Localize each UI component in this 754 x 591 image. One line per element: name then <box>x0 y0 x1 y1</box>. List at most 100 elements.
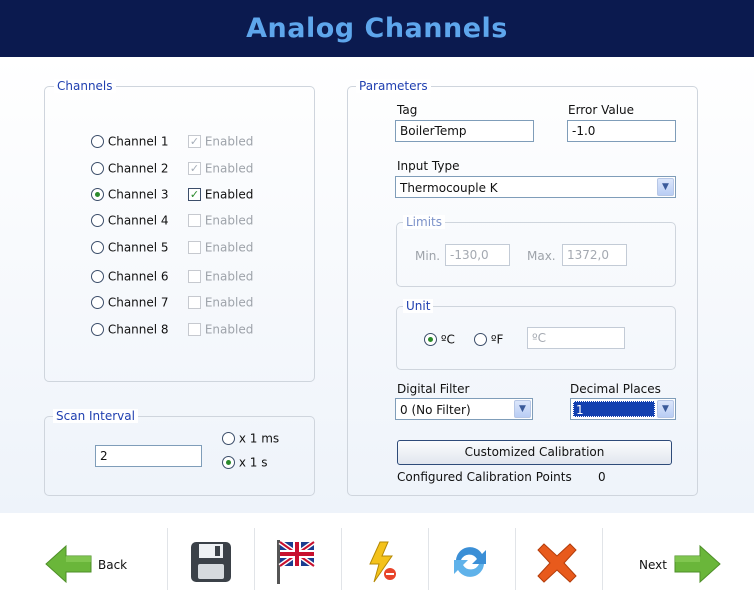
lightning-button[interactable] <box>364 538 404 588</box>
customized-calibration-button[interactable]: Customized Calibration <box>397 440 672 465</box>
error-value-input[interactable]: -1.0 <box>567 120 676 142</box>
toolbar-separator <box>602 528 603 590</box>
scan-s-option: x 1 s <box>222 455 267 470</box>
channel-3-label: Channel 3 <box>107 187 169 202</box>
delete-icon <box>537 543 577 583</box>
chevron-down-icon[interactable]: ▼ <box>514 400 531 418</box>
refresh-button[interactable] <box>448 538 494 588</box>
toolbar-separator <box>428 528 429 590</box>
decimal-places-select[interactable]: 1 ▼ <box>570 398 676 420</box>
input-type-select[interactable]: Thermocouple K ▼ <box>395 176 676 198</box>
channel-3-enabled-label: Enabled <box>204 187 254 202</box>
digital-filter-select[interactable]: 0 (No Filter) ▼ <box>395 398 533 420</box>
tag-label: Tag <box>397 103 418 117</box>
channel-4-label: Channel 4 <box>107 213 169 228</box>
channel-7-enabled-row: Enabled <box>188 295 253 310</box>
channel-6-label: Channel 6 <box>107 269 169 284</box>
toolbar-separator <box>341 528 342 590</box>
decimal-places-value: 1 <box>573 401 655 417</box>
channel-5-enabled-label: Enabled <box>204 240 254 255</box>
unit-celsius-option: ºC <box>424 332 455 347</box>
scan-ms-radio[interactable] <box>222 432 235 445</box>
limits-min-label: Min. <box>415 249 441 263</box>
calibration-points-label: Configured Calibration Points <box>397 470 572 484</box>
back-arrow-icon <box>45 544 92 584</box>
channel-2-enabled-row: ✓ Enabled <box>188 161 253 176</box>
refresh-icon <box>454 547 486 577</box>
channel-3-radio[interactable] <box>91 188 104 201</box>
channel-1-label: Channel 1 <box>107 134 169 149</box>
channel-1-enabled-label: Enabled <box>204 134 254 149</box>
limits-legend: Limits <box>403 215 445 229</box>
save-icon <box>191 542 231 582</box>
channel-1-enabled-checkbox[interactable]: ✓ <box>188 135 201 148</box>
channel-1-enabled-row: ✓ Enabled <box>188 134 253 149</box>
unit-celsius-radio[interactable] <box>424 333 437 346</box>
next-label: Next <box>639 558 667 572</box>
channel-row-4: Channel 4 <box>91 213 169 228</box>
channel-row-8: Channel 8 <box>91 322 169 337</box>
back-button[interactable]: Back <box>44 538 154 588</box>
channel-row-6: Channel 6 <box>91 269 169 284</box>
unit-fahrenheit-label: ºF <box>490 332 504 347</box>
tag-input[interactable]: BoilerTemp <box>395 120 534 142</box>
language-flag-icon <box>277 539 316 584</box>
channel-2-radio[interactable] <box>91 162 104 175</box>
channel-4-enabled-checkbox[interactable] <box>188 214 201 227</box>
channel-2-enabled-checkbox[interactable]: ✓ <box>188 162 201 175</box>
input-type-value: Thermocouple K <box>400 181 498 195</box>
limits-max-input[interactable]: 1372,0 <box>562 244 627 266</box>
save-button[interactable] <box>189 538 235 588</box>
unit-legend: Unit <box>403 299 434 313</box>
unit-fahrenheit-radio[interactable] <box>474 333 487 346</box>
header-bar: Analog Channels <box>0 0 754 57</box>
language-button[interactable] <box>274 538 320 588</box>
channel-3-enabled-checkbox[interactable]: ✓ <box>188 188 201 201</box>
decimal-places-label: Decimal Places <box>570 382 661 396</box>
scan-s-label: x 1 s <box>238 455 268 470</box>
delete-button[interactable] <box>536 538 582 588</box>
channel-2-enabled-label: Enabled <box>204 161 254 176</box>
channel-8-enabled-label: Enabled <box>204 322 254 337</box>
channels-legend: Channels <box>54 79 116 93</box>
limits-min-input[interactable]: -130,0 <box>445 244 510 266</box>
channel-7-enabled-checkbox[interactable] <box>188 296 201 309</box>
parameters-legend: Parameters <box>356 79 431 93</box>
channel-row-1: Channel 1 <box>91 134 169 149</box>
channel-4-enabled-label: Enabled <box>204 213 254 228</box>
scan-s-radio[interactable] <box>222 456 235 469</box>
parameters-group: Parameters <box>347 79 698 496</box>
page-title: Analog Channels <box>246 13 508 44</box>
channel-5-enabled-row: Enabled <box>188 240 253 255</box>
channel-6-radio[interactable] <box>91 270 104 283</box>
channel-8-enabled-checkbox[interactable] <box>188 323 201 336</box>
chevron-down-icon[interactable]: ▼ <box>657 400 674 418</box>
channel-1-radio[interactable] <box>91 135 104 148</box>
channels-group: Channels <box>44 79 315 382</box>
channel-6-enabled-checkbox[interactable] <box>188 270 201 283</box>
back-label: Back <box>98 558 128 572</box>
scan-interval-input[interactable]: 2 <box>95 445 202 467</box>
toolbar-separator <box>167 528 168 590</box>
channel-4-radio[interactable] <box>91 214 104 227</box>
digital-filter-label: Digital Filter <box>397 382 470 396</box>
channel-2-label: Channel 2 <box>107 161 169 176</box>
channel-5-radio[interactable] <box>91 241 104 254</box>
channel-6-enabled-row: Enabled <box>188 269 253 284</box>
channel-row-3: Channel 3 <box>91 187 169 202</box>
error-value-label: Error Value <box>568 103 635 117</box>
channel-8-radio[interactable] <box>91 323 104 336</box>
channel-row-5: Channel 5 <box>91 240 169 255</box>
chevron-down-icon[interactable]: ▼ <box>657 178 674 196</box>
channel-6-enabled-label: Enabled <box>204 269 254 284</box>
lightning-icon <box>369 541 396 583</box>
digital-filter-value: 0 (No Filter) <box>400 403 471 417</box>
toolbar-separator <box>515 528 516 590</box>
channel-5-enabled-checkbox[interactable] <box>188 241 201 254</box>
channel-7-enabled-label: Enabled <box>204 295 254 310</box>
input-type-label: Input Type <box>397 159 460 173</box>
channel-7-label: Channel 7 <box>107 295 169 310</box>
next-button[interactable]: Next <box>636 538 726 588</box>
unit-custom-input[interactable]: ºC <box>527 327 625 349</box>
channel-7-radio[interactable] <box>91 296 104 309</box>
